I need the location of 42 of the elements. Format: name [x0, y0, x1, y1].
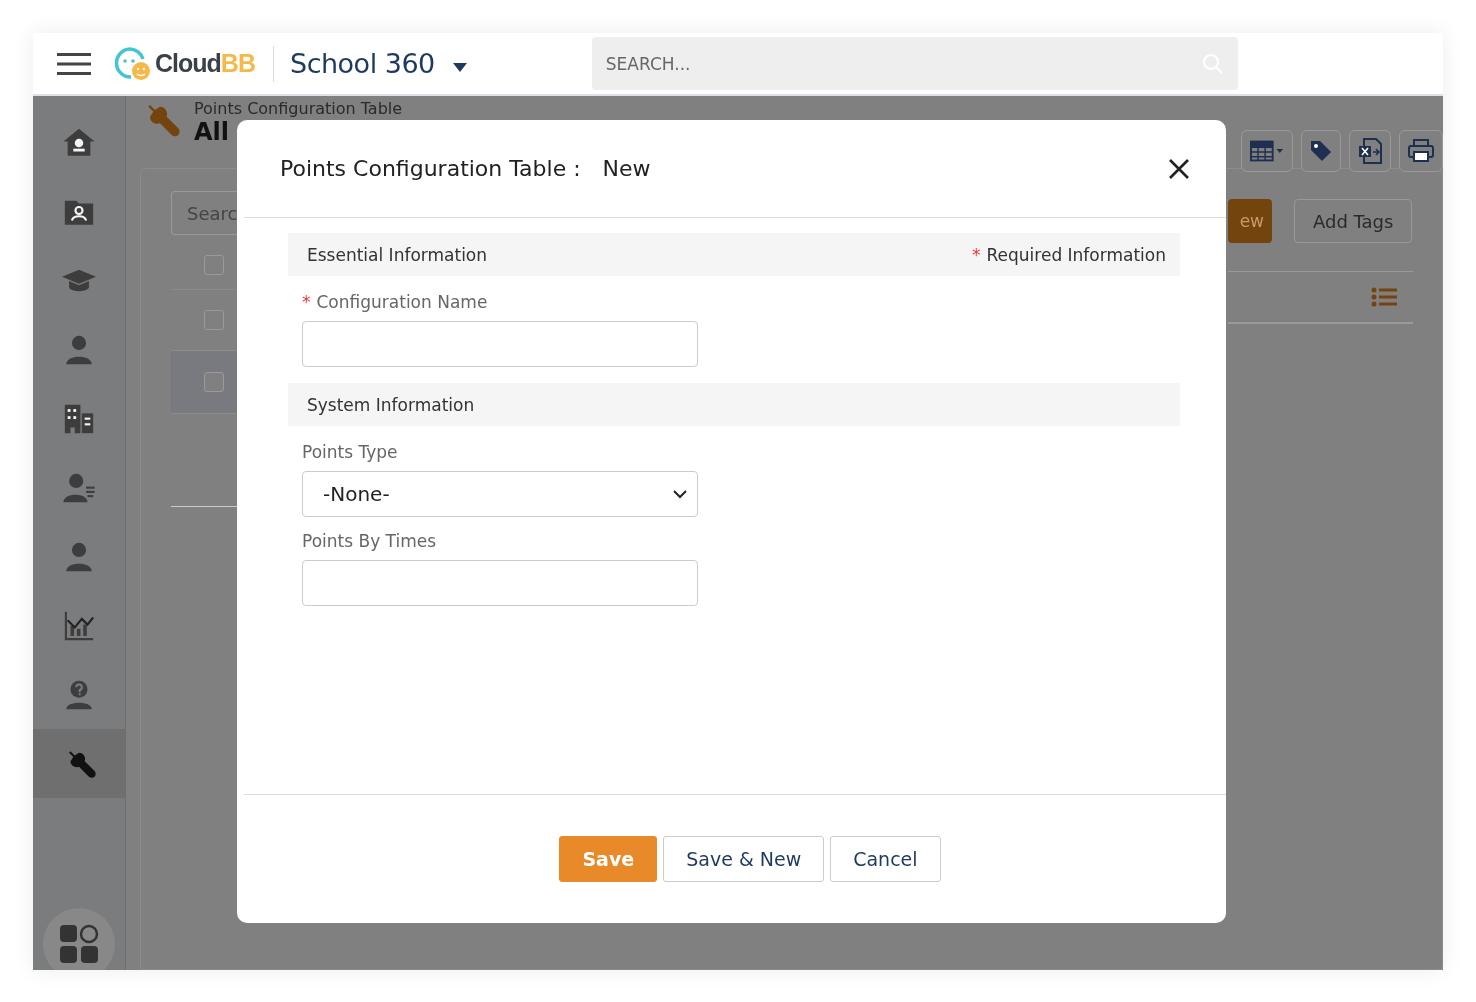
save-button[interactable]: Save [559, 836, 658, 882]
text-field[interactable] [302, 321, 698, 367]
tag-button[interactable] [1301, 130, 1341, 172]
dialog-title: Points Configuration Table : [280, 156, 581, 181]
field-label: Points Type [302, 442, 399, 462]
dialog-button[interactable]: Save & New [663, 836, 825, 882]
new-button[interactable]: ew [1228, 199, 1272, 243]
spreadsheet-icon [1358, 138, 1382, 164]
breadcrumb: Points Configuration Table [194, 100, 403, 118]
required-note: * Required Information [972, 244, 1166, 265]
row-checkbox[interactable] [204, 310, 224, 330]
apps-icon [59, 924, 99, 964]
row-checkbox[interactable] [204, 255, 224, 275]
logo-text: CloudBB [155, 49, 255, 78]
view-title: All [194, 118, 231, 146]
close-icon [1168, 157, 1190, 180]
dialog-mode: New [602, 156, 651, 181]
menu-icon[interactable] [57, 52, 91, 75]
sidebar-item[interactable] [33, 729, 125, 798]
logo-icon [113, 45, 151, 82]
caret-icon[interactable] [452, 63, 467, 72]
table-view-button[interactable] [1241, 130, 1293, 172]
table-icon [1250, 140, 1284, 162]
row-checkbox[interactable] [204, 372, 224, 392]
printer-icon [1408, 139, 1434, 163]
app-name[interactable]: School 360 [290, 48, 435, 79]
text-field[interactable] [302, 560, 698, 606]
excel-export-button[interactable] [1349, 130, 1391, 172]
search-field[interactable]: SEARCH... [591, 37, 1238, 90]
print-button[interactable] [1399, 130, 1443, 172]
add-tags-button[interactable]: Add Tags [1294, 199, 1413, 243]
close-button[interactable] [1168, 157, 1190, 180]
chevron-down-icon [673, 489, 687, 499]
section-title: System Information [307, 394, 475, 415]
apps-button[interactable] [43, 908, 115, 970]
section-title: Essential Information [307, 244, 488, 265]
select-field[interactable]: -None- [302, 471, 698, 517]
dialog-button[interactable]: Cancel [830, 836, 941, 882]
tag-icon [1310, 140, 1332, 162]
field-label: Points By Times [302, 531, 438, 551]
list-icon[interactable] [1371, 287, 1397, 307]
field-label: * Configuration Name [302, 292, 489, 312]
